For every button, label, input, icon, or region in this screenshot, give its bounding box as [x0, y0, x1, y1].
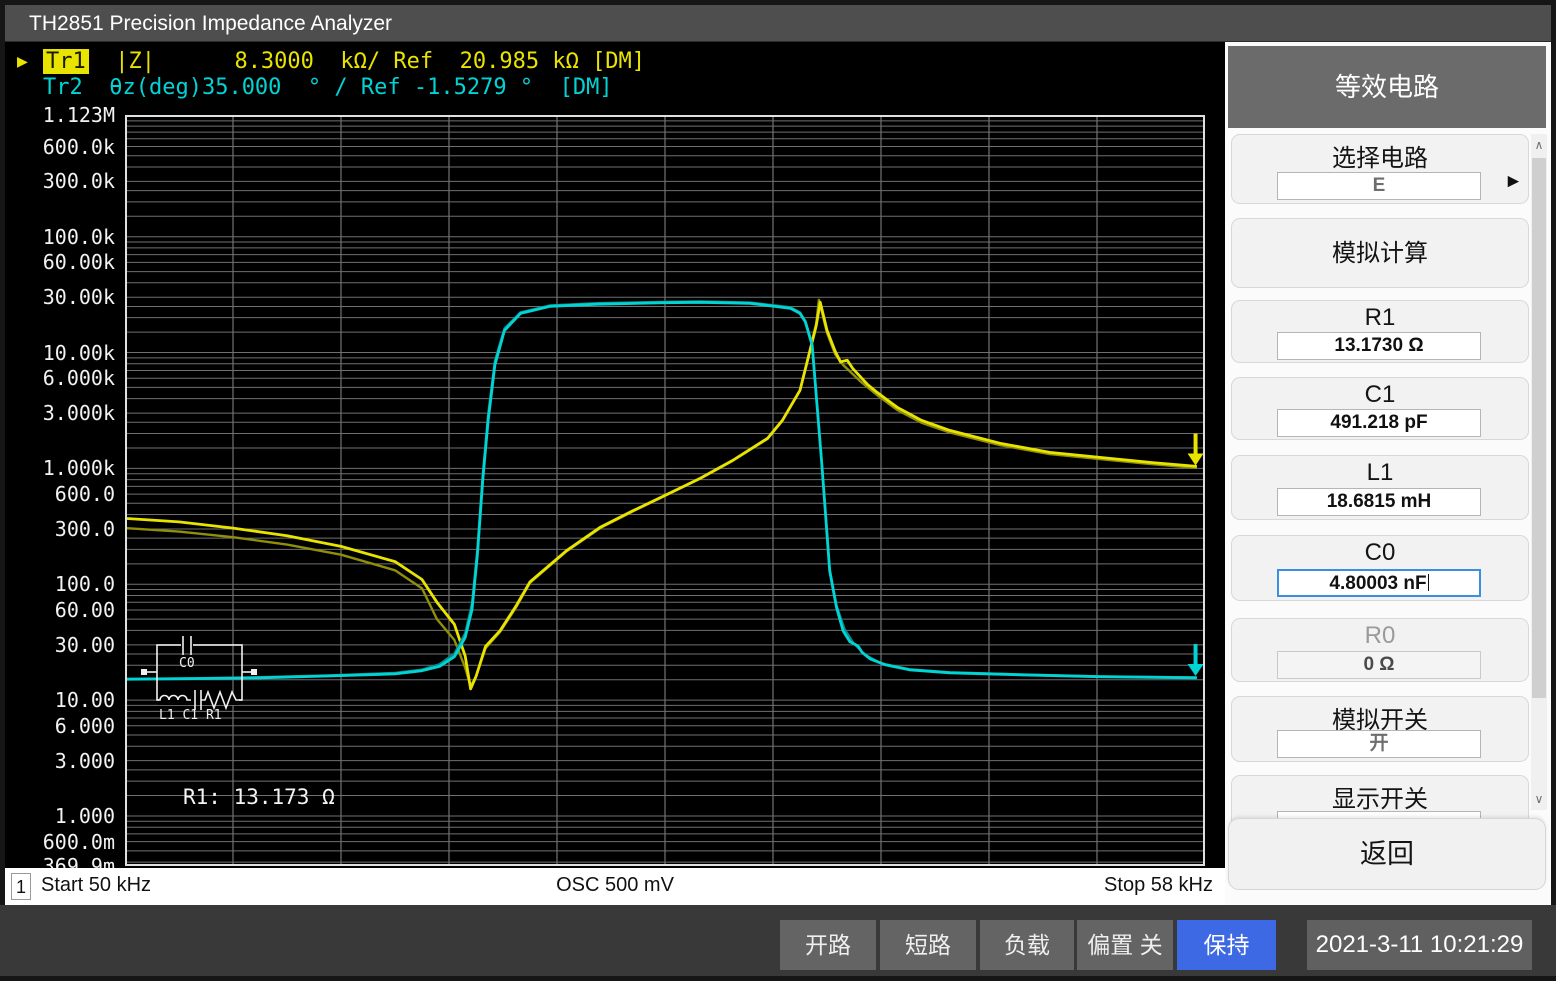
select-circuit-label: 选择电路 [1332, 145, 1428, 172]
channel-indicator: 1 [11, 873, 31, 900]
trace2-badge[interactable]: Tr2 [43, 75, 83, 100]
y-axis-tick-label: 100.0 [54, 572, 115, 597]
trace1-badge[interactable]: Tr1 [43, 49, 89, 74]
y-axis-tick-label: 10.00k [42, 340, 115, 365]
window-title: TH2851 Precision Impedance Analyzer [29, 12, 393, 35]
circuit-label-l1c1r1: L1 C1 R1 [159, 708, 222, 723]
l1-label: L1 [1366, 459, 1394, 486]
y-axis-tick-label: 300.0k [42, 169, 115, 194]
simulate-calc-button[interactable]: 模拟计算 [1231, 218, 1529, 288]
l1-button[interactable]: L1 18.6815 mH [1231, 455, 1529, 520]
measurement-area: ▶ Tr1 |Z| 8.3000 kΩ/ Ref 20.985 kΩ [DM] T… [5, 42, 1225, 971]
r0-value-field: 0 Ω [1277, 651, 1481, 679]
y-axis-tick-label: 600.0k [42, 134, 115, 159]
scroll-down-icon[interactable]: ∨ [1531, 792, 1547, 806]
sweep-status-strip: 1 Start 50 kHz OSC 500 mV Stop 58 kHz [5, 868, 1225, 905]
c0-button[interactable]: C0 4.80003 nF [1231, 535, 1529, 601]
text-cursor [1427, 574, 1429, 591]
l1-value-field[interactable]: 18.6815 mH [1277, 488, 1481, 516]
trace1-info-row[interactable]: ▶ Tr1 |Z| 8.3000 kΩ/ Ref 20.985 kΩ [DM] [17, 49, 645, 75]
y-axis-tick-label: 6.000k [42, 366, 115, 391]
bottom-bar: 开路 短路 负载 偏置 关 保持 2021-3-11 10:21:29 [0, 905, 1556, 976]
y-axis-tick-label: 30.00k [42, 285, 115, 310]
y-axis-tick-label: 6.000 [54, 713, 115, 738]
panel-scrollbar[interactable]: ∧ ∨ [1531, 134, 1547, 810]
simulate-calc-label: 模拟计算 [1332, 240, 1428, 267]
load-cal-button[interactable]: 负载 [980, 920, 1074, 970]
y-axis-tick-label: 1.000 [54, 803, 115, 828]
c1-value-field[interactable]: 491.218 pF [1277, 409, 1481, 437]
open-cal-button[interactable]: 开路 [780, 920, 876, 970]
y-axis-tick-label: 30.00 [54, 632, 115, 657]
annotation-r1: R1: 13.173 Ω [183, 785, 335, 809]
stop-frequency-label[interactable]: Stop 58 kHz [1104, 874, 1213, 897]
y-axis-tick-label: 1.123M [42, 103, 115, 127]
r0-button[interactable]: R0 0 Ω [1231, 618, 1529, 682]
c0-value-text: 4.80003 nF [1329, 573, 1427, 594]
clock-display: 2021-3-11 10:21:29 [1307, 920, 1532, 970]
circuit-label-c0: C0 [179, 656, 195, 671]
trace-theta_meas [124, 300, 1197, 681]
r0-label: R0 [1364, 622, 1396, 649]
active-trace-marker-icon: ▶ [17, 51, 28, 72]
trace1-readout: |Z| 8.3000 kΩ/ Ref 20.985 kΩ [DM] [88, 49, 646, 74]
c1-button[interactable]: C1 491.218 pF [1231, 377, 1529, 440]
y-axis-tick-label: 1.000k [42, 456, 115, 481]
hold-button[interactable]: 保持 [1177, 920, 1276, 970]
r1-button[interactable]: R1 13.1730 Ω [1231, 300, 1529, 363]
y-axis-tick-label: 100.0k [42, 224, 115, 249]
c1-label: C1 [1364, 381, 1396, 408]
scroll-up-icon[interactable]: ∧ [1531, 138, 1547, 152]
soft-key-panel: 等效电路 选择电路 E ► 模拟计算 R1 13.1730 Ω C1 491.2… [1225, 42, 1551, 905]
y-axis-tick-label: 300.0 [54, 516, 115, 541]
select-circuit-button[interactable]: 选择电路 E ► [1231, 134, 1529, 204]
start-frequency-label[interactable]: Start 50 kHz [41, 874, 151, 897]
display-switch-label: 显示开关 [1332, 786, 1428, 813]
select-circuit-value[interactable]: E [1277, 172, 1481, 200]
trace-z_meas [124, 300, 1198, 691]
r1-value-field[interactable]: 13.1730 Ω [1277, 332, 1481, 360]
y-axis-tick-label: 3.000k [42, 401, 115, 426]
y-axis-tick-label: 60.00 [54, 597, 115, 622]
short-cal-button[interactable]: 短路 [880, 920, 976, 970]
scrollbar-thumb[interactable] [1532, 158, 1546, 698]
analyzer-window: TH2851 Precision Impedance Analyzer ▶ Tr1… [0, 0, 1556, 981]
y-axis-tick-label: 600.0m [42, 829, 115, 854]
trace2-info-row[interactable]: Tr2 θz(deg)35.000 ° / Ref -1.5279 ° [DM] [17, 75, 613, 101]
simulate-switch-button[interactable]: 模拟开关 开 [1231, 696, 1529, 762]
osc-level-label[interactable]: OSC 500 mV [556, 874, 674, 897]
y-axis-tick-label: 10.00 [54, 688, 115, 713]
submenu-arrow-icon: ► [1504, 171, 1523, 192]
r1-label: R1 [1364, 304, 1396, 331]
trace2-marker-spacer [17, 75, 43, 101]
trace2-readout: θz(deg)35.000 ° / Ref -1.5279 ° [DM] [82, 75, 613, 100]
title-bar: TH2851 Precision Impedance Analyzer [5, 5, 1551, 42]
trace-end-arrow-icon [1187, 433, 1204, 466]
simulate-switch-value[interactable]: 开 [1277, 730, 1481, 758]
trace-end-arrow-icon [1187, 644, 1204, 677]
bias-off-button[interactable]: 偏置 关 [1077, 920, 1173, 970]
y-axis-tick-label: 600.0 [54, 482, 115, 507]
panel-title: 等效电路 [1228, 46, 1546, 128]
y-axis-tick-label: 60.00k [42, 250, 115, 275]
return-button[interactable]: 返回 [1228, 818, 1546, 890]
c0-label: C0 [1364, 539, 1396, 566]
y-axis-tick-label: 3.000 [54, 748, 115, 773]
c0-value-field[interactable]: 4.80003 nF [1277, 569, 1481, 597]
